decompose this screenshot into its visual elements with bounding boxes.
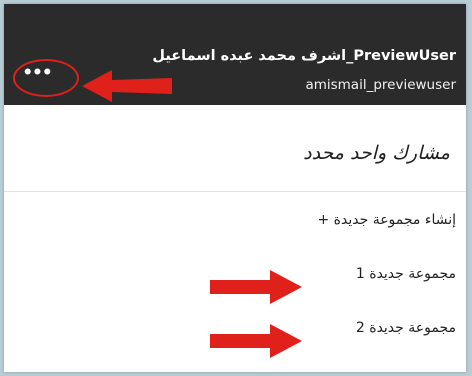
group-item-1[interactable]: مجموعة جديدة 1 [356, 266, 456, 282]
group-item-2[interactable]: مجموعة جديدة 2 [356, 320, 456, 336]
user-header: ••• اشرف محمد عبده اسماعيل_PreviewUser a… [4, 4, 466, 105]
annotation-arrow-right-2 [210, 324, 302, 358]
create-group-button[interactable]: + إنشاء مجموعة جديدة [317, 212, 456, 228]
participant-panel: ••• اشرف محمد عبده اسماعيل_PreviewUser a… [4, 4, 466, 372]
selected-participant-title: مشارك واحد محدد [303, 142, 450, 164]
more-options-button[interactable]: ••• [14, 55, 60, 91]
user-name: اشرف محمد عبده اسماعيل_PreviewUser [152, 48, 456, 64]
annotation-arrow-right-1 [210, 270, 302, 304]
divider [4, 191, 466, 192]
user-id: amismail_previewuser [305, 77, 456, 93]
more-horizontal-icon: ••• [22, 62, 53, 83]
